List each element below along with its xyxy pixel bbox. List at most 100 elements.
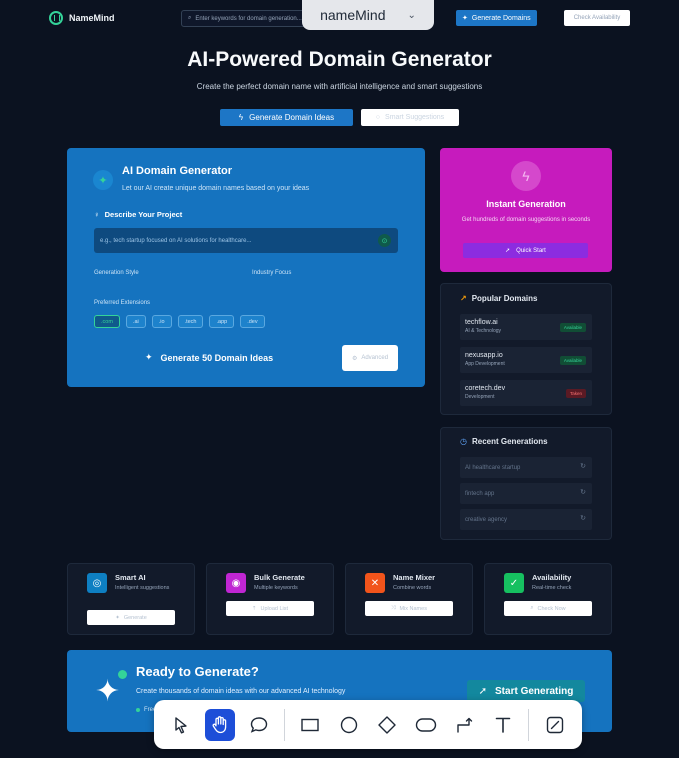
generator-card: ✦ AI Domain Generator Let our AI create … bbox=[67, 148, 425, 387]
status-badge: Available bbox=[559, 356, 586, 365]
recent-item-label: creative agency bbox=[465, 516, 508, 523]
logo-text: NameMind bbox=[69, 13, 115, 23]
generation-style-label: Generation Style bbox=[94, 270, 139, 276]
gear-icon: ⚙ bbox=[351, 355, 358, 362]
ellipse-tool[interactable] bbox=[333, 709, 364, 741]
logo[interactable]: NameMind bbox=[49, 11, 115, 25]
feature-button-label: Check Now bbox=[537, 605, 566, 612]
clock-icon: ◷ bbox=[460, 437, 467, 446]
domain-item[interactable]: coretech.dev Development Taken bbox=[460, 380, 592, 406]
select-tool[interactable] bbox=[166, 709, 197, 741]
extension-chip[interactable]: .io bbox=[151, 315, 172, 328]
recent-item[interactable]: creative agency ↻ bbox=[460, 509, 592, 530]
recent-item[interactable]: fintech app ↻ bbox=[460, 483, 592, 504]
feature-button[interactable]: ⇡ Upload List bbox=[226, 601, 314, 616]
quick-start-button[interactable]: ➚ Quick Start bbox=[463, 243, 588, 258]
rocket-icon: ➚ bbox=[478, 685, 488, 697]
trending-icon: ↗ bbox=[460, 294, 467, 303]
connector-tool[interactable] bbox=[449, 709, 480, 741]
rounded-rect-tool[interactable] bbox=[411, 709, 442, 741]
domain-item[interactable]: nexusapp.io App Development Available bbox=[460, 347, 592, 373]
advanced-button[interactable]: ⚙ Advanced bbox=[342, 345, 398, 371]
spark-dot-icon bbox=[118, 670, 127, 679]
popular-title: ↗ Popular Domains bbox=[460, 294, 538, 303]
domain-category: Development bbox=[465, 394, 495, 400]
feature-title: Smart AI bbox=[115, 573, 146, 582]
extension-chip[interactable]: .dev bbox=[240, 315, 265, 328]
start-generating-button[interactable]: ➚ Start Generating bbox=[467, 680, 585, 702]
app-title: nameMind bbox=[320, 7, 386, 23]
recent-item[interactable]: AI healthcare startup ↻ bbox=[460, 457, 592, 478]
feature-title: Name Mixer bbox=[393, 573, 436, 582]
project-description-placeholder: e.g., tech startup focused on AI solutio… bbox=[100, 237, 252, 244]
recent-title-text: Recent Generations bbox=[471, 437, 548, 446]
refresh-icon[interactable]: ↻ bbox=[580, 514, 586, 522]
status-badge: Available bbox=[559, 323, 586, 332]
domain-category: AI & Technology bbox=[465, 328, 502, 334]
feature-title: Bulk Generate bbox=[254, 573, 305, 582]
smart-suggestions-button[interactable]: ○ Smart Suggestions bbox=[361, 109, 459, 126]
search-icon: ⌕ bbox=[188, 15, 192, 21]
feature-subtitle: Combine words bbox=[393, 585, 432, 591]
ai-assist-icon[interactable]: ⊙ bbox=[378, 234, 391, 247]
lightning-icon: ϟ bbox=[511, 161, 541, 191]
edit-tool[interactable] bbox=[539, 709, 570, 741]
feature-subtitle: Real-time check bbox=[532, 585, 572, 591]
feature-button[interactable]: ⤨ Mix Names bbox=[365, 601, 453, 616]
extension-chip[interactable]: .tech bbox=[177, 315, 204, 328]
recent-generations-card: ◷ Recent Generations AI healthcare start… bbox=[440, 427, 612, 540]
domain-name: techflow.ai bbox=[465, 319, 498, 326]
refresh-icon[interactable]: ↻ bbox=[580, 462, 586, 470]
generator-title: AI Domain Generator bbox=[122, 165, 233, 177]
describe-label: ♀ Describe Your Project bbox=[94, 210, 182, 219]
comment-tool[interactable] bbox=[243, 709, 274, 741]
project-description-input[interactable]: e.g., tech startup focused on AI solutio… bbox=[94, 228, 398, 253]
quick-start-label: Quick Start bbox=[516, 247, 546, 254]
app-title-dropdown[interactable]: nameMind ⌄ bbox=[302, 0, 434, 30]
generate-domains-button[interactable]: ✦ Generate Domains bbox=[456, 10, 537, 26]
domain-category: App Development bbox=[465, 361, 505, 367]
generate-50-label: Generate 50 Domain Ideas bbox=[160, 352, 274, 363]
extension-chip[interactable]: .com bbox=[94, 315, 120, 328]
shuffle-icon: ✕ bbox=[365, 573, 385, 593]
extension-chip[interactable]: .app bbox=[209, 315, 235, 328]
circle-icon bbox=[340, 716, 357, 733]
recent-item-label: AI healthcare startup bbox=[465, 464, 521, 471]
domain-item[interactable]: techflow.ai AI & Technology Available bbox=[460, 314, 592, 340]
text-tool[interactable] bbox=[488, 709, 519, 741]
toolbar-divider bbox=[528, 708, 530, 741]
diamond-icon bbox=[378, 715, 396, 734]
chevron-down-icon: ⌄ bbox=[407, 9, 416, 21]
generate-50-button[interactable]: ✦ Generate 50 Domain Ideas bbox=[145, 352, 273, 363]
generator-subtitle: Let our AI create unique domain names ba… bbox=[122, 185, 310, 192]
check-availability-button[interactable]: Check Availability bbox=[564, 10, 630, 26]
start-generating-label: Start Generating bbox=[495, 685, 574, 697]
feature-button-label: Mix Names bbox=[399, 605, 427, 612]
search-icon: ⌕ bbox=[530, 605, 534, 611]
diamond-tool[interactable] bbox=[372, 709, 403, 741]
refresh-icon[interactable]: ↻ bbox=[580, 488, 586, 496]
generate-ideas-button[interactable]: ϟ Generate Domain Ideas bbox=[220, 109, 353, 126]
advanced-label: Advanced bbox=[361, 355, 389, 361]
feature-subtitle: Multiple keywords bbox=[254, 585, 298, 591]
extension-chip[interactable]: .ai bbox=[125, 315, 146, 328]
popular-title-text: Popular Domains bbox=[471, 294, 538, 303]
text-icon bbox=[495, 717, 511, 733]
hand-tool[interactable] bbox=[204, 708, 236, 741]
brain-icon: ◎ bbox=[87, 573, 107, 593]
cta-subtitle: Create thousands of domain ideas with ou… bbox=[136, 688, 346, 695]
bulb-icon: ○ bbox=[375, 114, 381, 121]
domain-name: coretech.dev bbox=[465, 385, 506, 392]
feature-button[interactable]: ✦ Generate bbox=[87, 610, 175, 625]
extensions-label: Preferred Extensions bbox=[94, 300, 151, 306]
rectangle-icon bbox=[301, 718, 319, 731]
rectangle-tool[interactable] bbox=[295, 709, 326, 741]
feature-button[interactable]: ⌕ Check Now bbox=[504, 601, 592, 616]
status-dot-icon bbox=[136, 708, 140, 712]
feature-card-availability: ✓ Availability Real-time check ⌕ Check N… bbox=[484, 563, 612, 635]
check-circle-icon: ✓ bbox=[504, 573, 524, 593]
search-input[interactable]: ⌕ Enter keywords for domain generation..… bbox=[181, 10, 309, 27]
speech-bubble-icon bbox=[250, 716, 267, 733]
industry-focus-label: Industry Focus bbox=[252, 270, 292, 276]
brain-icon bbox=[49, 11, 63, 25]
